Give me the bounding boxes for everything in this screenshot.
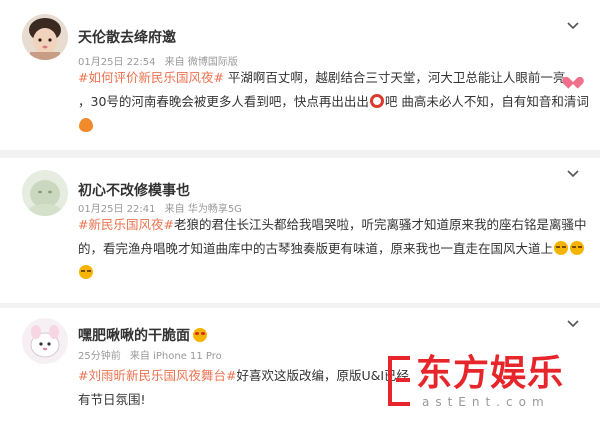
post-content: #新民乐国风夜#老狼的君住长江头都给我唱哭啦，听完离骚才知道原来我的座右铭是离骚… — [78, 213, 590, 285]
heart-eyes-emoji-icon — [193, 328, 207, 342]
hashtag-link[interactable]: #刘雨昕新民乐国风夜舞台# — [78, 368, 236, 383]
watermark-logo: 东方娱乐 astEnt.com — [388, 354, 594, 410]
avatar[interactable] — [22, 318, 68, 364]
username[interactable]: 嘿肥啾啾的干脆面 — [78, 325, 207, 345]
chevron-down-icon[interactable] — [566, 316, 580, 330]
chevron-down-icon[interactable] — [566, 166, 580, 180]
flame-emoji-icon — [79, 118, 93, 132]
hashtag-link[interactable]: #新民乐国风夜# — [78, 217, 174, 232]
ring-emoji-icon — [369, 94, 384, 108]
post-source: 来自 iPhone 11 Pro — [129, 351, 222, 362]
watermark-subtitle: astEnt.com — [422, 395, 550, 409]
avatar[interactable] — [22, 14, 68, 60]
username[interactable]: 初心不改修模事也 — [78, 180, 190, 200]
post-content: #如何评价新民乐国风夜# 平湖啊百丈啊，越剧结合三寸天堂，河大卫总能让人眼前一亮… — [78, 66, 590, 138]
chevron-down-icon[interactable] — [566, 18, 580, 32]
username[interactable]: 天伦散去绛府邀 — [78, 27, 176, 47]
post-meta: 25分钟前 来自 iPhone 11 Pro — [78, 347, 228, 362]
post-2: 初心不改修模事也 01月25日 22:41 来自 华为畅享5G #新民乐国风夜#… — [0, 158, 600, 306]
post-1: 天伦散去绛府邀 01月25日 22:54 来自 微博国际版 #如何评价新民乐国风… — [0, 0, 600, 150]
avatar[interactable] — [22, 170, 68, 216]
smug-emoji-icon — [570, 241, 585, 255]
post-time: 25分钟前 — [78, 351, 121, 362]
divider — [0, 150, 600, 158]
watermark-title: 东方娱乐 — [416, 353, 565, 394]
smug-emoji-icon — [79, 265, 93, 279]
heart-emoji-icon — [566, 70, 580, 84]
logo-mark-icon — [388, 356, 410, 406]
hashtag-link[interactable]: #如何评价新民乐国风夜# — [78, 70, 224, 85]
smug-emoji-icon — [554, 241, 569, 255]
